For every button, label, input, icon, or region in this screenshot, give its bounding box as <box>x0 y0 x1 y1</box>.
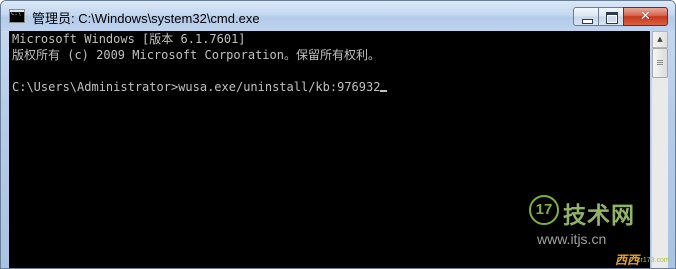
console-line-version: Microsoft Windows [版本 6.1.7601] <box>12 32 246 46</box>
close-icon: ✕ <box>640 9 651 24</box>
vertical-scrollbar[interactable]: ▲ <box>651 31 668 268</box>
maximize-button[interactable] <box>598 7 624 26</box>
grip-line <box>657 60 663 61</box>
minimize-icon <box>582 19 593 24</box>
scroll-thumb[interactable] <box>652 48 668 78</box>
console-command: C:\Users\Administrator>wusa.exe/uninstal… <box>12 80 381 94</box>
console-prompt-line[interactable]: C:\Users\Administrator>wusa.exe/uninstal… <box>12 79 388 95</box>
maximize-icon <box>606 12 618 24</box>
scroll-up-icon: ▲ <box>657 35 663 43</box>
icon-text: C:\ <box>11 10 21 17</box>
cmd-window: C:\ 管理员: C:\Windows\system32\cmd.exe ✕ M… <box>0 0 676 269</box>
console-line-copyright: 版权所有 (c) 2009 Microsoft Corporation。保留所有… <box>12 48 380 62</box>
console-output[interactable]: Microsoft Windows [版本 6.1.7601] 版权所有 (c)… <box>9 31 650 268</box>
window-title: 管理员: C:\Windows\system32\cmd.exe <box>32 11 260 26</box>
grip-line <box>657 64 663 65</box>
title-bar[interactable]: C:\ 管理员: C:\Windows\system32\cmd.exe ✕ <box>1 1 675 31</box>
minimize-button[interactable] <box>573 7 599 26</box>
text-cursor <box>380 90 388 92</box>
grip-line <box>657 62 663 63</box>
scroll-up-button[interactable]: ▲ <box>652 31 668 48</box>
cmd-icon[interactable]: C:\ <box>9 9 25 23</box>
close-button[interactable]: ✕ <box>623 7 668 26</box>
